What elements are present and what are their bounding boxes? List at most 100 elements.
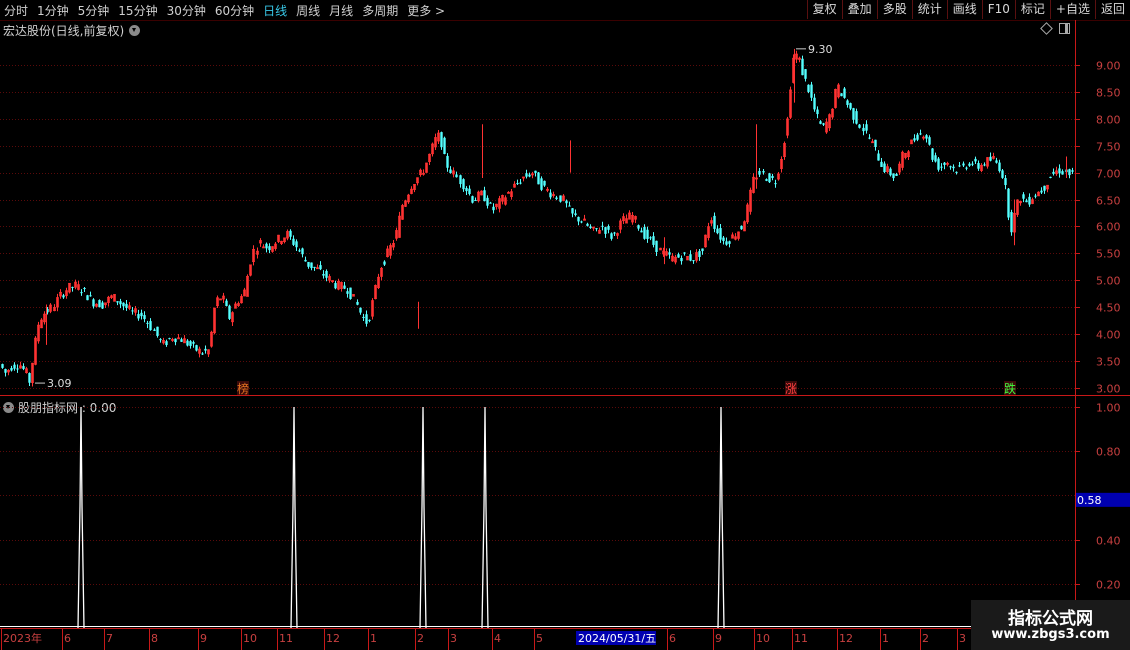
candle-body	[131, 310, 134, 312]
candle-body	[989, 156, 992, 161]
candle-body	[810, 84, 813, 98]
candle-body	[962, 163, 965, 166]
candle-body	[601, 225, 604, 227]
cursor-date: 2024/05/31/五	[578, 632, 656, 645]
candle-body	[940, 166, 943, 168]
candle-body	[949, 166, 952, 168]
candle-body	[474, 200, 477, 202]
candle-body	[774, 183, 777, 185]
candle-body	[646, 229, 649, 239]
candle-body	[307, 261, 310, 267]
candle-body	[28, 373, 31, 383]
candle-body	[486, 197, 489, 206]
candle-body	[1049, 176, 1052, 178]
candle-body	[589, 226, 592, 229]
y-tick-label: 8.00	[1096, 114, 1121, 127]
candle-body	[137, 314, 140, 319]
candle-body	[189, 341, 192, 346]
candle-body	[849, 103, 852, 109]
y-tick-label: 0.80	[1096, 446, 1121, 459]
candle-body	[292, 238, 295, 245]
candle-body	[931, 148, 934, 160]
candle-body	[862, 127, 865, 132]
candle-body	[925, 135, 928, 139]
candle-body	[571, 208, 574, 214]
indicator-spike	[77, 407, 85, 629]
candle-body	[892, 173, 895, 179]
candle-body	[877, 153, 880, 161]
candle-body	[186, 340, 189, 346]
candle-body	[586, 223, 589, 226]
candle-body	[577, 216, 580, 222]
candle-body	[62, 295, 65, 298]
candle-body	[1001, 170, 1004, 178]
candle-body	[153, 329, 156, 331]
candle-body	[146, 322, 149, 324]
candle-body	[813, 97, 816, 110]
candle-body	[313, 266, 316, 268]
y-tick-label: 5.50	[1096, 248, 1121, 261]
candle-body	[71, 286, 74, 288]
candle-body	[365, 314, 368, 324]
candle-body	[125, 303, 128, 308]
candle-body	[471, 196, 474, 203]
indicator-spike	[419, 407, 427, 629]
candle-body	[610, 233, 613, 239]
x-tick-label: 9	[715, 632, 722, 645]
x-tick-label: 7	[106, 632, 113, 645]
candle-body	[10, 368, 13, 371]
indicator-spike	[290, 407, 298, 629]
candle-body	[740, 225, 743, 230]
candle-body	[895, 174, 898, 176]
candle-body	[816, 109, 819, 115]
candle-body	[362, 316, 365, 318]
y-tick-label: 0.40	[1096, 535, 1121, 548]
x-tick-label: 3	[450, 632, 457, 645]
candle-body	[295, 241, 298, 248]
candle-body	[268, 246, 271, 251]
candle-body	[1007, 188, 1010, 218]
candle-body	[771, 175, 774, 178]
y-tick-label: 3.50	[1096, 356, 1121, 369]
candle-body	[916, 134, 919, 140]
candle-body	[640, 230, 643, 233]
candle-body	[195, 345, 198, 351]
candle-body	[528, 174, 531, 177]
x-tick-label: 1	[882, 632, 889, 645]
candle-body	[580, 221, 583, 223]
x-tick-label: 6	[669, 632, 676, 645]
candle-body	[228, 305, 231, 319]
y-tick-label: 7.50	[1096, 141, 1121, 154]
event-marker: 跌	[1004, 381, 1016, 396]
candle-body	[192, 342, 195, 344]
candle-body	[265, 243, 268, 249]
annotation-label: 3.09	[47, 377, 72, 390]
candle-body	[801, 58, 804, 76]
candle-body	[968, 163, 971, 166]
candle-body	[655, 240, 658, 253]
candle-body	[819, 121, 822, 124]
candle-body	[1010, 212, 1013, 233]
candle-body	[346, 291, 349, 294]
candle-body	[865, 124, 868, 131]
candle-body	[319, 265, 322, 270]
watermark: 指标公式网 www.zbgs3.com	[971, 600, 1130, 650]
y-tick-label: 6.00	[1096, 221, 1121, 234]
candle-body	[1058, 168, 1061, 174]
y-tick-label: 9.00	[1096, 60, 1121, 73]
y-tick-label: 8.50	[1096, 87, 1121, 100]
candle-body	[680, 257, 683, 262]
candle-body	[180, 339, 183, 342]
x-tick-label: 12	[326, 632, 340, 645]
candle-body	[310, 262, 313, 269]
y-tick-label: 4.50	[1096, 302, 1121, 315]
candle-body	[722, 237, 725, 241]
y-tick-label: 0.20	[1096, 579, 1121, 592]
x-tick-label: 2	[922, 632, 929, 645]
candle-body	[643, 227, 646, 239]
price-chart-canvas[interactable]: 3.00 3.50 4.00 4.50 5.00 5.50 6.00 6.50 7.00 7.50…	[0, 0, 1130, 650]
candle-body	[204, 348, 207, 351]
candle-body	[540, 178, 543, 190]
candle-body	[116, 301, 119, 303]
candle-body	[483, 190, 486, 202]
